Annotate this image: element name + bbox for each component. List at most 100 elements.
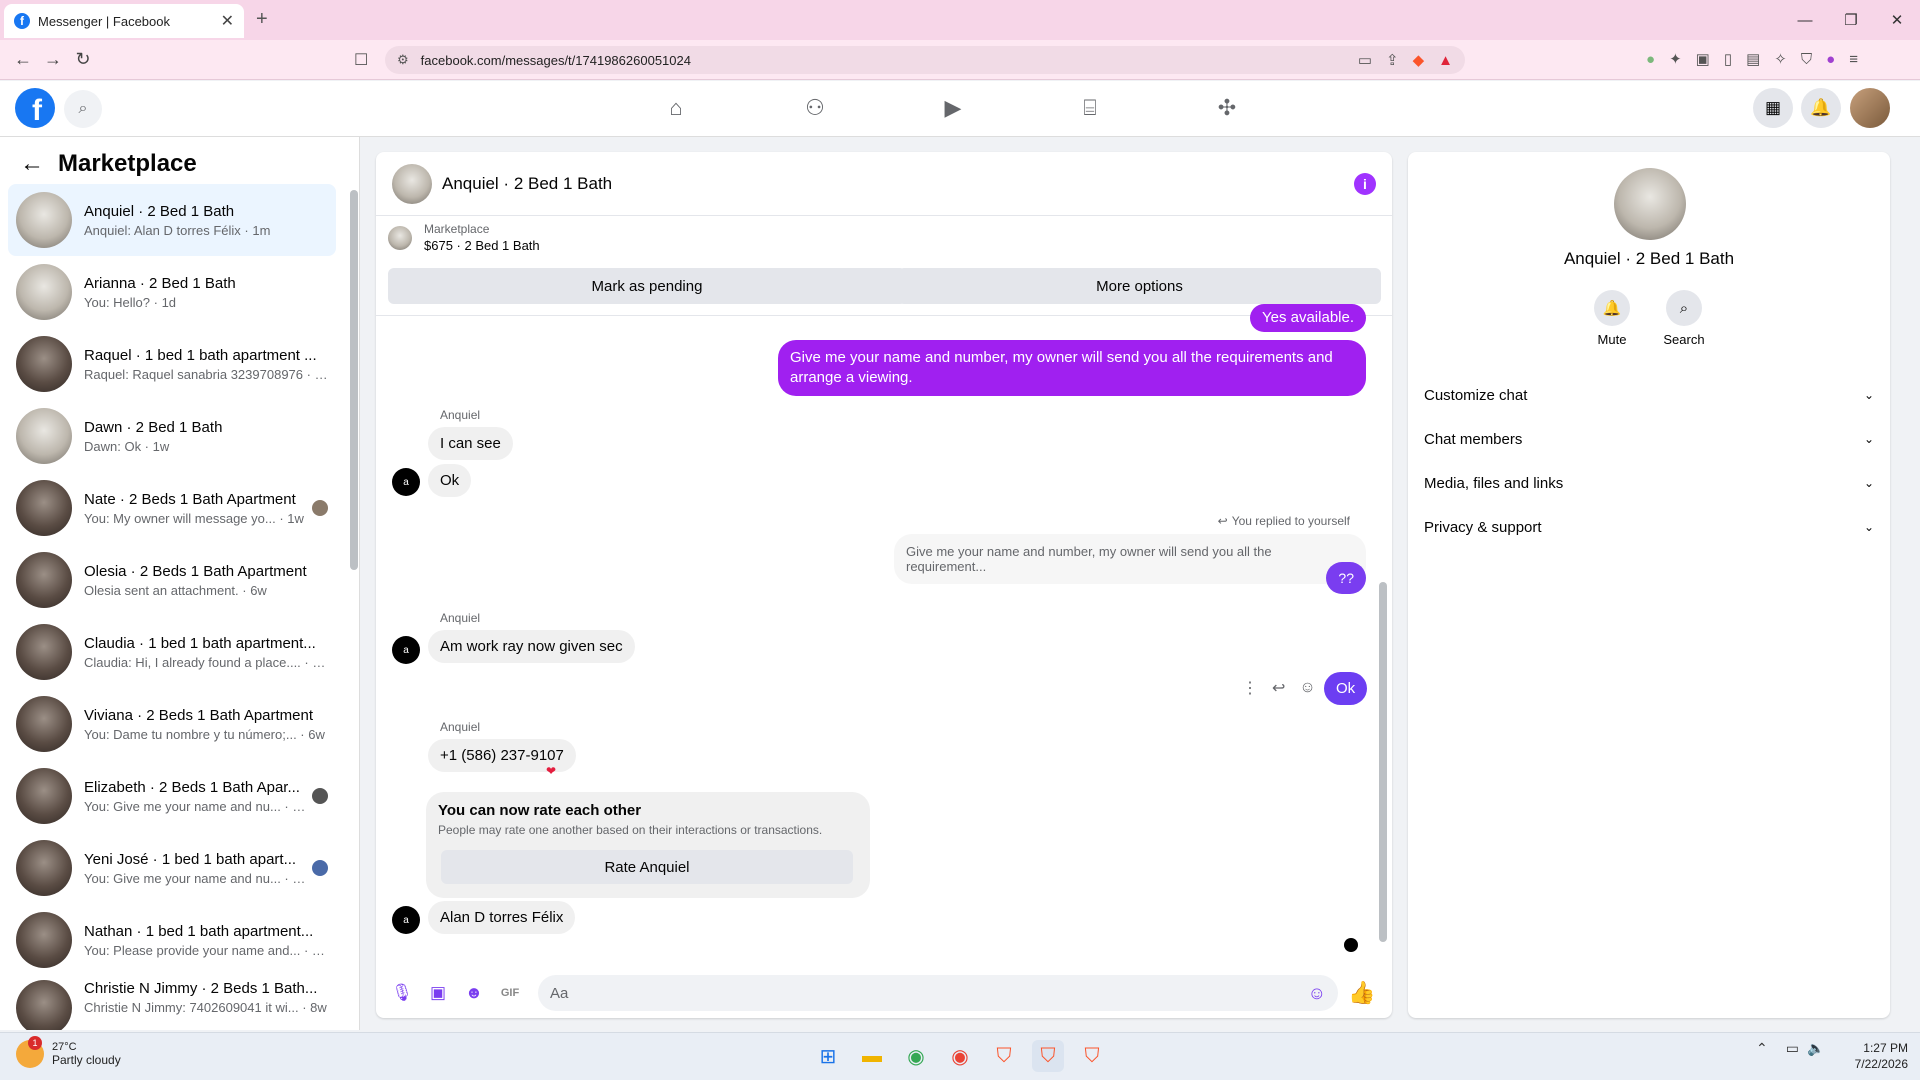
outgoing-message[interactable]: Ok <box>1324 672 1368 705</box>
extension-dot-icon[interactable]: ● <box>1646 51 1655 68</box>
incoming-message[interactable]: Am work ray now given sec <box>428 630 635 663</box>
conversation-item[interactable]: Christie N Jimmy · 2 Beds 1 Bath... Chris… <box>8 976 336 1030</box>
microphone-icon[interactable]: 🎙 <box>386 977 418 1009</box>
sender-avatar[interactable]: a <box>392 468 420 496</box>
sidebar-scrollbar[interactable] <box>350 190 358 1020</box>
scrollbar-thumb[interactable] <box>1379 582 1387 942</box>
notifications-icon[interactable]: 🔔 <box>1801 88 1841 128</box>
address-bar[interactable]: ⚙ facebook.com/messages/t/17419862600510… <box>385 46 1465 74</box>
marketplace-icon[interactable]: ⌸ <box>1070 95 1110 123</box>
cast-icon[interactable]: ▭ <box>1358 51 1372 69</box>
home-icon[interactable]: ⌂ <box>656 95 696 123</box>
chrome-profile-icon[interactable]: ◉ <box>944 1040 976 1072</box>
section-media-files-links[interactable]: Media, files and links ⌄ <box>1424 465 1874 501</box>
clock[interactable]: 1:27 PM 7/22/2026 <box>1838 1040 1908 1072</box>
bookmark-icon[interactable]: ☐ <box>354 50 368 70</box>
image-icon[interactable]: ▣ <box>422 977 454 1009</box>
scrollbar-thumb[interactable] <box>350 190 358 570</box>
info-icon[interactable]: i <box>1354 172 1376 195</box>
conversation-item[interactable]: Raquel · 1 bed 1 bath apartment ... Raque… <box>8 328 336 400</box>
volume-icon[interactable]: 🔈 <box>1807 1040 1824 1057</box>
section-chat-members[interactable]: Chat members ⌄ <box>1424 421 1874 457</box>
conversation-item[interactable]: Nate · 2 Beds 1 Bath Apartment You: My ow… <box>8 472 336 544</box>
conversation-item[interactable]: Nathan · 1 bed 1 bath apartment... You: P… <box>8 904 336 976</box>
brave-icon[interactable]: ⛉ <box>988 1040 1020 1072</box>
conversation-item[interactable]: Elizabeth · 2 Beds 1 Bath Apar... You: Gi… <box>8 760 336 832</box>
sender-avatar[interactable]: a <box>392 906 420 934</box>
rate-button[interactable]: Rate Anquiel <box>441 850 853 884</box>
chat-scrollbar[interactable] <box>1379 317 1387 972</box>
gif-icon[interactable]: GIF <box>494 977 526 1009</box>
tab-manager-icon[interactable]: ▣ <box>1696 50 1710 68</box>
conversation-item[interactable]: Dawn · 2 Bed 1 Bath Dawn: Ok · 1w <box>8 400 336 472</box>
gaming-icon[interactable]: ✣ <box>1207 95 1247 123</box>
message-input[interactable]: Aa ☺ <box>538 975 1338 1011</box>
leo-ai-icon[interactable]: ✧ <box>1774 50 1787 68</box>
chrome-icon[interactable]: ◉ <box>900 1040 932 1072</box>
brave-rewards-icon[interactable]: ▲ <box>1438 52 1453 69</box>
search-button[interactable]: ⌕ Search <box>1654 290 1714 347</box>
react-icon[interactable]: ☺ <box>1299 679 1315 697</box>
quoted-reply[interactable]: Give me your name and number, my owner w… <box>894 534 1366 584</box>
chat-avatar[interactable] <box>392 163 432 204</box>
conversation-item[interactable]: Arianna · 2 Bed 1 Bath You: Hello? · 1d <box>8 256 336 328</box>
outgoing-message[interactable]: Yes available. <box>1249 304 1366 332</box>
conversation-item[interactable]: Viviana · 2 Beds 1 Bath Apartment You: Da… <box>8 688 336 760</box>
restore-icon[interactable]: ❐ <box>1828 11 1874 29</box>
brave-active-icon[interactable]: ⛉ <box>1032 1040 1064 1072</box>
conversation-item[interactable]: Claudia · 1 bed 1 bath apartment... Claud… <box>8 616 336 688</box>
back-icon[interactable]: ← <box>8 49 38 70</box>
mute-button[interactable]: 🔔 Mute <box>1582 290 1642 347</box>
new-tab-button[interactable]: + <box>256 8 268 31</box>
vpn-icon[interactable]: ⛉ <box>1801 51 1812 68</box>
weather-widget[interactable]: 1 27°C Partly cloudy <box>16 1036 121 1068</box>
file-explorer-icon[interactable]: ▬ <box>856 1040 888 1072</box>
more-icon[interactable]: ⋮ <box>1242 678 1258 698</box>
emoji-icon[interactable]: ☺ <box>1308 983 1326 1004</box>
video-icon[interactable]: ▶ <box>933 95 973 123</box>
menu-icon[interactable]: ≡ <box>1849 51 1858 68</box>
forward-icon[interactable]: → <box>38 49 68 70</box>
wallet-icon[interactable]: ▤ <box>1746 50 1760 68</box>
thumbs-up-icon[interactable]: 👍 <box>1346 977 1378 1009</box>
reload-icon[interactable]: ↻ <box>68 49 98 70</box>
conversation-item[interactable]: Anquiel · 2 Bed 1 Bath Anquiel: Alan D to… <box>8 184 336 256</box>
site-info-icon[interactable]: ⚙ <box>397 52 409 68</box>
chevron-up-icon[interactable]: ⌃ <box>1756 1040 1768 1057</box>
incoming-message[interactable]: I can see <box>428 427 513 460</box>
section-customize-chat[interactable]: Customize chat ⌄ <box>1424 377 1874 413</box>
profile-icon[interactable]: ● <box>1826 51 1835 68</box>
incoming-message[interactable]: Ok <box>428 464 472 497</box>
reply-icon[interactable]: ↩ <box>1272 678 1285 698</box>
back-arrow-icon[interactable]: ← <box>20 150 44 178</box>
browser-tab[interactable]: f Messenger | Facebook ✕ <box>4 4 244 38</box>
chat-title[interactable]: Anquiel · 2 Bed 1 Bath <box>442 174 1354 194</box>
brave-profile-icon[interactable]: ⛉ <box>1076 1040 1108 1072</box>
outgoing-message[interactable]: ?? <box>1326 562 1366 594</box>
sender-avatar[interactable]: a <box>392 636 420 664</box>
extensions-icon[interactable]: ✦ <box>1669 50 1682 68</box>
account-avatar[interactable] <box>1850 88 1890 128</box>
start-icon[interactable]: ⊞ <box>812 1040 844 1072</box>
profile-avatar[interactable] <box>1614 168 1686 240</box>
friends-icon[interactable]: ⚇ <box>795 95 835 123</box>
incoming-message[interactable]: Alan D torres Félix <box>428 901 576 934</box>
sidebar-toggle-icon[interactable]: ▯ <box>1724 50 1732 68</box>
outgoing-message[interactable]: Give me your name and number, my owner w… <box>778 340 1366 396</box>
heart-reaction-icon[interactable]: ❤ <box>546 764 556 778</box>
brave-shield-icon[interactable]: ◆ <box>1413 51 1425 69</box>
sticker-icon[interactable]: ☻ <box>458 977 490 1009</box>
section-privacy-support[interactable]: Privacy & support ⌄ <box>1424 509 1874 545</box>
listing-info[interactable]: Marketplace $675 · 2 Bed 1 Bath <box>388 222 540 253</box>
more-options-button[interactable]: More options <box>898 268 1381 304</box>
close-tab-icon[interactable]: ✕ <box>221 11 234 31</box>
conversation-item[interactable]: Olesia · 2 Beds 1 Bath Apartment Olesia s… <box>8 544 336 616</box>
network-icon[interactable]: ▭ <box>1786 1040 1799 1057</box>
search-icon[interactable]: ⌕ <box>64 90 102 128</box>
facebook-logo-icon[interactable]: f <box>15 88 55 128</box>
minimize-icon[interactable]: — <box>1782 12 1828 29</box>
close-window-icon[interactable]: ✕ <box>1874 11 1920 29</box>
share-icon[interactable]: ⇪ <box>1386 51 1399 69</box>
mark-as-pending-button[interactable]: Mark as pending <box>388 268 906 304</box>
conversation-item[interactable]: Yeni José · 1 bed 1 bath apart... You: Gi… <box>8 832 336 904</box>
